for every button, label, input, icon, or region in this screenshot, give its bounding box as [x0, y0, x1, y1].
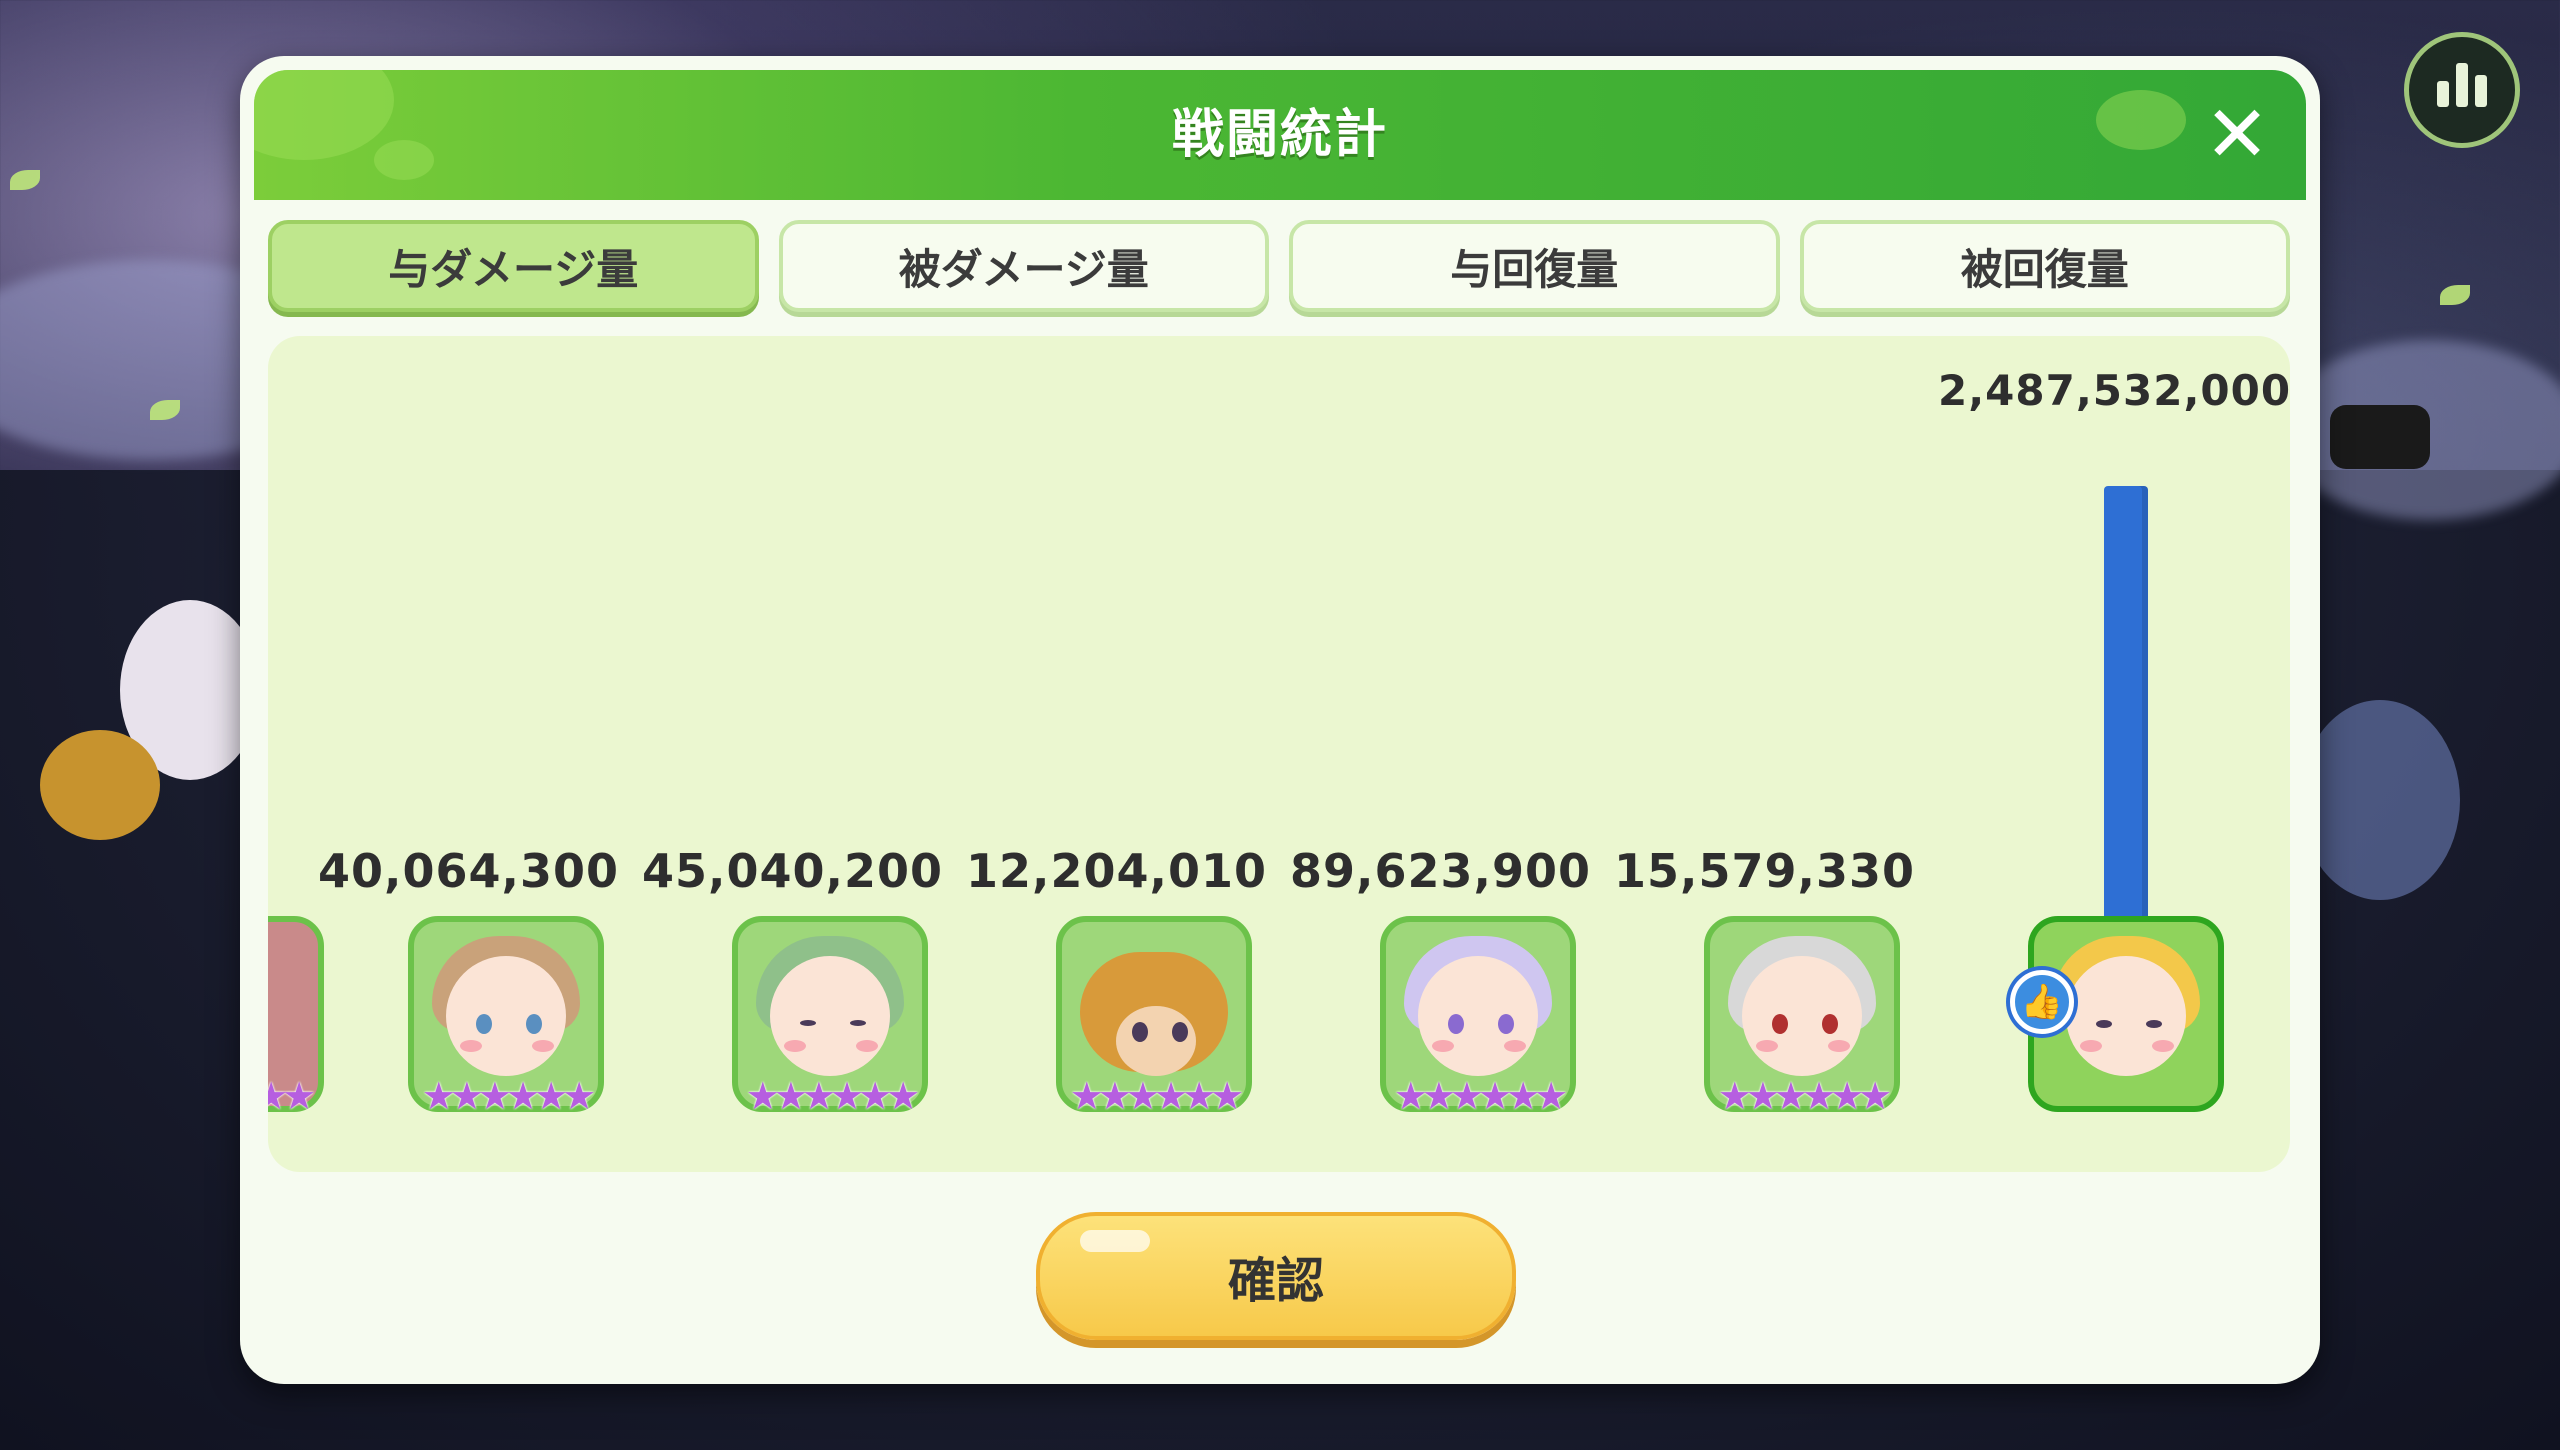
unit-value: 2,487,532,000: [1938, 366, 2290, 415]
portrait-eye: [2146, 1020, 2162, 1028]
battle-stats-dialog: 戦闘統計 ✕ 与ダメージ量 被ダメージ量 与回復量 被回復量 60 ★★★★★★…: [240, 56, 2320, 1384]
portrait-eye: [476, 1014, 492, 1034]
tab-damage-taken[interactable]: 被ダメージ量: [778, 220, 1269, 312]
portrait-blush: [856, 1040, 878, 1052]
portrait-eye: [1448, 1014, 1464, 1034]
portrait-eye: [1498, 1014, 1514, 1034]
portrait-face: [2066, 956, 2186, 1076]
portrait-eye: [526, 1014, 542, 1034]
portrait-blush: [460, 1040, 482, 1052]
tab-healing-dealt[interactable]: 与回復量: [1289, 220, 1780, 312]
portrait-face: [770, 956, 890, 1076]
unit-value: 15,579,330: [1614, 844, 1916, 898]
portrait-blush: [532, 1040, 554, 1052]
portrait-eye: [1822, 1014, 1838, 1034]
portrait-blush: [1504, 1040, 1526, 1052]
star-icon: ★★★★★★: [1069, 1074, 1244, 1118]
button-shine: [1080, 1230, 1150, 1252]
confirm-button-label: 確認: [1227, 1253, 1324, 1309]
confirm-button[interactable]: 確認: [1036, 1212, 1516, 1340]
unit-column: 89,623,900 ★★★★★★: [1290, 336, 1590, 1172]
background-character: [40, 730, 160, 840]
portrait-blush: [784, 1040, 806, 1052]
star-icon: ★★★★★★: [1717, 1074, 1892, 1118]
close-icon[interactable]: ✕: [2194, 92, 2280, 178]
portrait-eye: [850, 1020, 866, 1026]
portrait-face: [446, 956, 566, 1076]
unit-column: 15,579,330 ★★★★★★: [1614, 336, 1914, 1172]
portrait-eye: [1132, 1022, 1148, 1042]
star-icon: ★★★★★★: [1393, 1074, 1568, 1118]
portrait-face: [1116, 1006, 1196, 1076]
portrait-face: [1742, 956, 1862, 1076]
unit-column: 12,204,010 ★★★★★★: [966, 336, 1266, 1172]
star-icon: ★★★★★★: [421, 1074, 596, 1118]
tab-healing-received[interactable]: 被回復量: [1799, 220, 2290, 312]
tab-damage-dealt[interactable]: 与ダメージ量: [268, 220, 759, 312]
portrait-blush: [2152, 1040, 2174, 1052]
portrait-eye: [1772, 1014, 1788, 1034]
thumbs-up-icon: 👍: [2010, 970, 2074, 1034]
star-icon: ★★★★★★: [745, 1074, 920, 1118]
portrait-blush: [1756, 1040, 1778, 1052]
stats-chart-area[interactable]: 60 ★★★★★★ 40,064,300 ★★★★★★ 45,040,200: [268, 336, 2290, 1172]
stat-tabs: 与ダメージ量 被ダメージ量 与回復量 被回復量: [268, 220, 2290, 316]
background-leaf: [2440, 285, 2470, 305]
portrait-blush: [2080, 1040, 2102, 1052]
background-emblem: [2300, 700, 2460, 900]
background-leaf: [10, 170, 40, 190]
portrait-eye: [800, 1020, 816, 1026]
background-panel: [2330, 405, 2430, 469]
dialog-header: 戦闘統計 ✕: [254, 70, 2306, 200]
unit-value: 45,040,200: [642, 844, 944, 898]
portrait-face: [1418, 956, 1538, 1076]
portrait-eye: [2096, 1020, 2112, 1028]
unit-value: 12,204,010: [966, 844, 1268, 898]
unit-column: 2,487,532,000 👍: [1938, 336, 2290, 1172]
portrait-blush: [1432, 1040, 1454, 1052]
unit-value: 40,064,300: [318, 844, 620, 898]
bar-chart-icon[interactable]: [2404, 32, 2520, 148]
dialog-title: 戦闘統計: [1171, 105, 1388, 165]
portrait-eye: [1172, 1022, 1188, 1042]
unit-column: 40,064,300 ★★★★★★: [318, 336, 618, 1172]
portrait-blush: [1828, 1040, 1850, 1052]
damage-bar: [2104, 486, 2148, 916]
unit-value: 89,623,900: [1290, 844, 1592, 898]
unit-column: 45,040,200 ★★★★★★: [642, 336, 942, 1172]
